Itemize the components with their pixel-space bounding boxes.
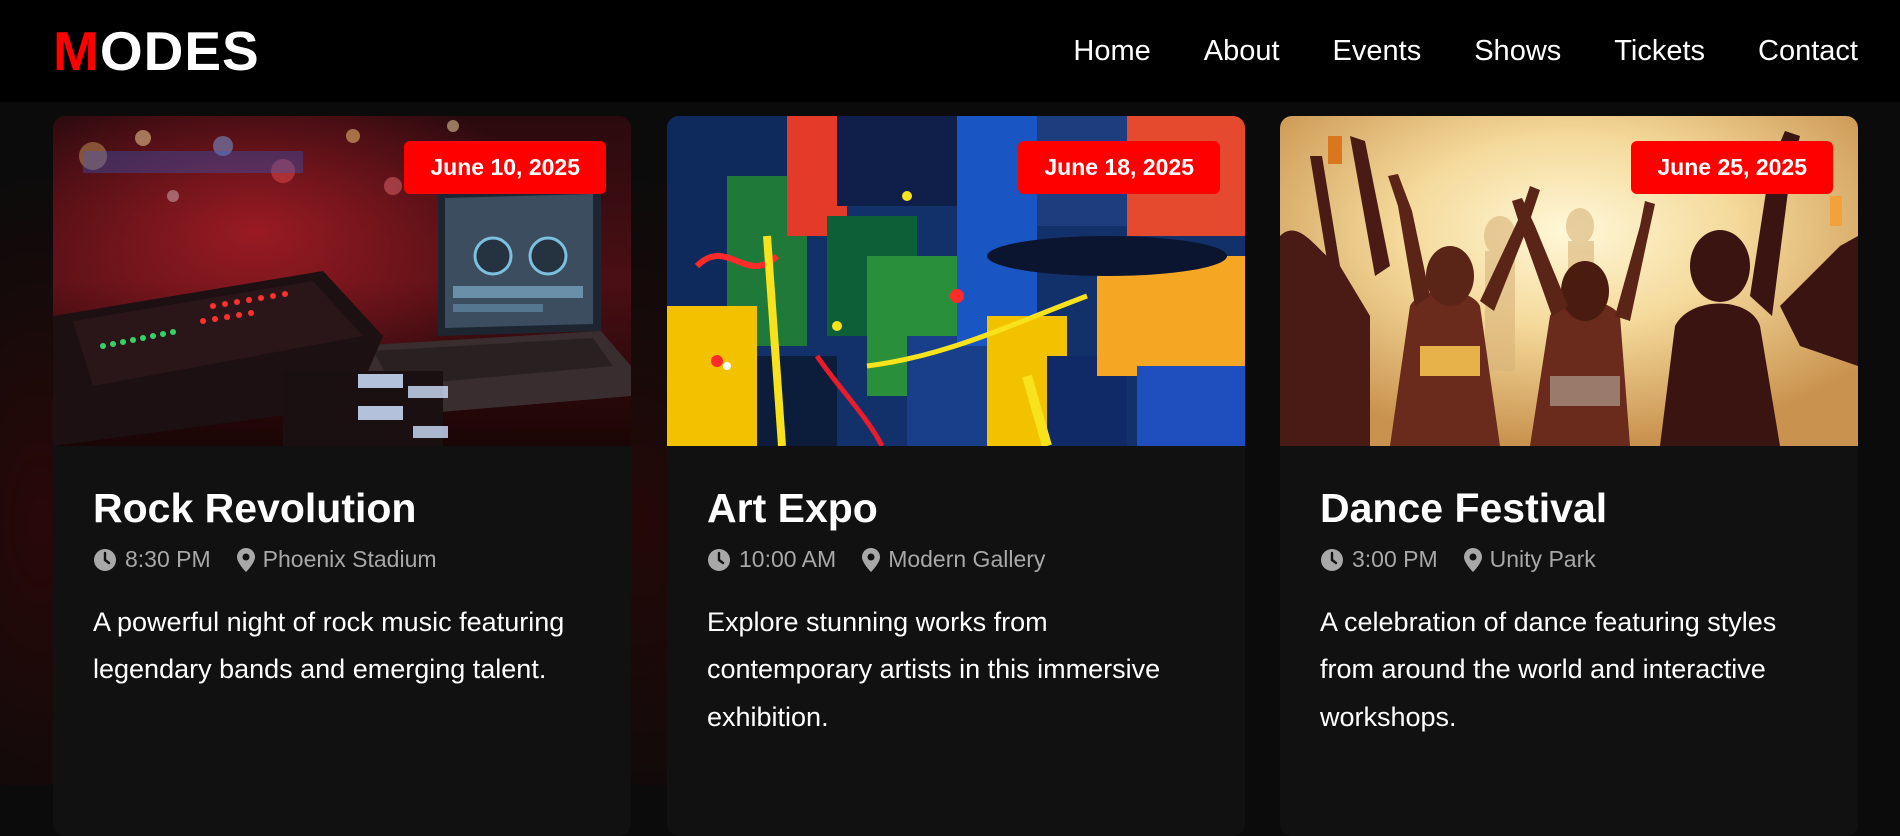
- map-pin-icon: [1463, 547, 1482, 572]
- card-body: Rock Revolution 8:30 PM Phoenix Stadium …: [53, 446, 631, 694]
- event-meta: 10:00 AM Modern Gallery: [707, 546, 1205, 573]
- date-badge: June 10, 2025: [404, 141, 606, 194]
- event-image-abstract-painting: June 18, 2025: [667, 116, 1245, 446]
- event-card[interactable]: June 18, 2025 Art Expo 10:00 AM Modern G…: [667, 116, 1245, 836]
- nav-home[interactable]: Home: [1073, 36, 1150, 66]
- nav-contact[interactable]: Contact: [1758, 36, 1858, 66]
- event-description: Explore stunning works from contemporary…: [707, 607, 1161, 732]
- event-title[interactable]: Rock Revolution: [93, 485, 591, 531]
- event-time: 3:00 PM: [1320, 546, 1438, 573]
- date-badge: June 18, 2025: [1018, 141, 1220, 194]
- event-image-dancing-crowd: June 25, 2025: [1280, 116, 1858, 446]
- clock-icon: [94, 548, 116, 571]
- event-image-dj-mixer: June 10, 2025: [53, 116, 631, 446]
- event-time: 8:30 PM: [93, 546, 211, 573]
- logo-accent-letter: M: [53, 19, 100, 82]
- event-venue: Phoenix Stadium: [236, 546, 437, 573]
- card-body: Dance Festival 3:00 PM Unity Park A cele…: [1280, 446, 1858, 741]
- card-body: Art Expo 10:00 AM Modern Gallery Explore…: [667, 446, 1245, 741]
- event-time-text: 10:00 AM: [739, 546, 837, 573]
- nav-tickets[interactable]: Tickets: [1614, 36, 1705, 66]
- event-description: A celebration of dance featuring styles …: [1320, 607, 1777, 732]
- clock-icon: [708, 548, 730, 571]
- event-card[interactable]: June 10, 2025 Rock Revolution 8:30 PM Ph…: [53, 116, 631, 836]
- nav-about[interactable]: About: [1204, 36, 1280, 66]
- event-title[interactable]: Dance Festival: [1320, 485, 1818, 531]
- map-pin-icon: [862, 547, 881, 572]
- event-venue: Unity Park: [1463, 546, 1596, 573]
- site-header: MODES Home About Events Shows Tickets Co…: [0, 0, 1900, 102]
- site-logo[interactable]: MODES: [53, 23, 260, 79]
- clock-icon: [1321, 548, 1343, 571]
- event-venue-text: Phoenix Stadium: [262, 546, 437, 573]
- event-venue-text: Modern Gallery: [888, 546, 1046, 573]
- event-time: 10:00 AM: [707, 546, 836, 573]
- event-time-text: 8:30 PM: [125, 546, 211, 573]
- map-pin-icon: [236, 547, 255, 572]
- main-nav: Home About Events Shows Tickets Contact: [1073, 36, 1858, 66]
- logo-text: ODES: [99, 19, 260, 82]
- event-meta: 8:30 PM Phoenix Stadium: [93, 546, 591, 573]
- event-meta: 3:00 PM Unity Park: [1320, 546, 1818, 573]
- event-title[interactable]: Art Expo: [707, 485, 1205, 531]
- event-description: A powerful night of rock music featuring…: [93, 607, 565, 685]
- event-venue: Modern Gallery: [862, 546, 1045, 573]
- event-time-text: 3:00 PM: [1352, 546, 1438, 573]
- nav-events[interactable]: Events: [1333, 36, 1422, 66]
- nav-shows[interactable]: Shows: [1474, 36, 1561, 66]
- event-card[interactable]: June 25, 2025 Dance Festival 3:00 PM Uni…: [1280, 116, 1858, 836]
- event-venue-text: Unity Park: [1489, 546, 1596, 573]
- date-badge: June 25, 2025: [1631, 141, 1833, 194]
